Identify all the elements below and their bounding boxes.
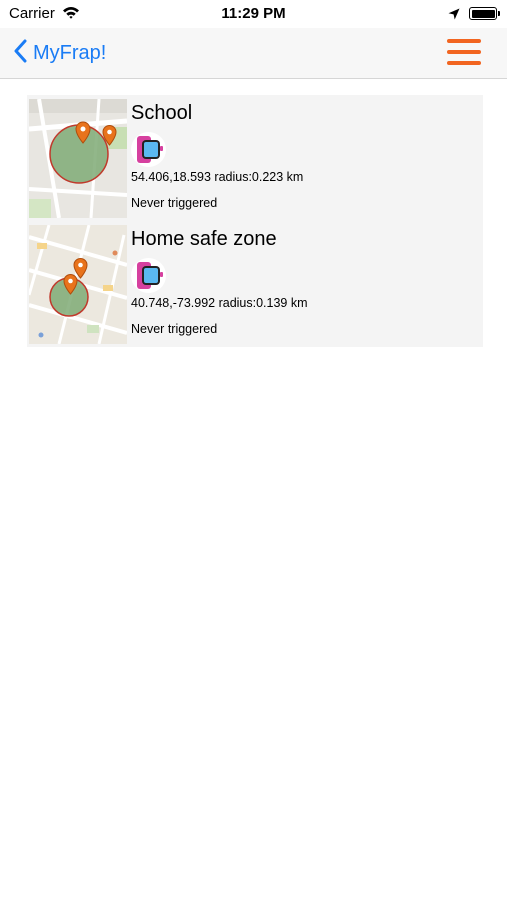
zone-map-thumbnail [29,225,127,344]
zone-title: School [131,102,193,124]
menu-button[interactable] [447,39,481,66]
navigation-bar: MyFrap! [0,28,507,79]
status-bar: Carrier 11:29 PM [0,0,507,28]
battery-icon [469,7,500,20]
zone-row-home-safe-zone[interactable]: Home safe zone 40.748,-73.992 radius:0.1… [27,221,483,347]
back-button[interactable]: MyFrap! [14,38,106,68]
menu-line-icon [447,50,481,54]
smartwatch-avatar-icon [131,258,166,293]
zone-coordinates: 54.406,18.593 radius:0.223 km [131,170,304,184]
menu-line-icon [447,39,481,43]
smartwatch-avatar-icon [131,132,166,167]
back-button-label: MyFrap! [33,41,107,64]
location-arrow-icon [448,7,460,25]
zone-map-thumbnail [29,99,127,218]
status-clock: 11:29 PM [221,5,286,22]
safe-zone-list: School 54.406,18.593 radius:0.223 km Nev… [27,95,483,347]
menu-line-icon [447,61,481,65]
chevron-left-icon [14,39,27,68]
zone-trigger-status: Never triggered [131,322,218,336]
zone-trigger-status: Never triggered [131,196,218,210]
zone-row-school[interactable]: School 54.406,18.593 radius:0.223 km Nev… [27,95,483,221]
zone-title: Home safe zone [131,228,277,250]
zone-coordinates: 40.748,-73.992 radius:0.139 km [131,296,308,310]
